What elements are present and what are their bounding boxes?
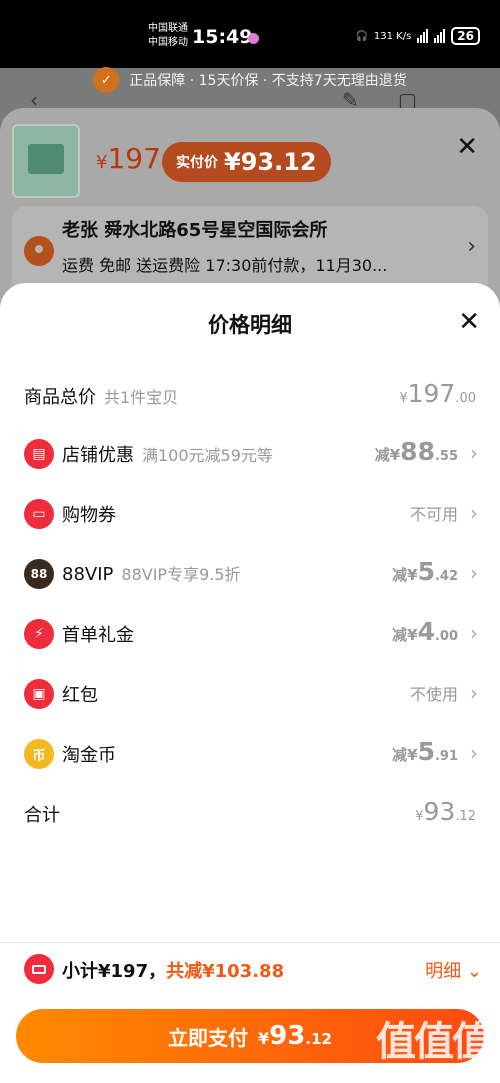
coupon-icon: [24, 954, 54, 984]
row-label: 淘金币: [62, 745, 116, 766]
row-value: ¥93.12: [415, 797, 476, 826]
guarantee-text: 正品保障 · 15天价保 · 不支持7天无理由退货: [129, 73, 407, 89]
row-value: 不使用: [409, 685, 458, 704]
notification-dot-icon: [248, 33, 259, 44]
close-icon[interactable]: ✕: [458, 307, 480, 337]
headphones-icon: 🎧: [355, 30, 368, 42]
row-red-packet[interactable]: ▣ 红包 不使用 ›: [0, 673, 500, 713]
detail-toggle[interactable]: 明细 ⌄: [425, 957, 482, 983]
row-shopping-coupon[interactable]: ▭ 购物券 不可用 ›: [0, 493, 500, 533]
row-label: 首单礼金: [62, 625, 134, 646]
row-value: 减¥5.42: [392, 557, 458, 586]
pay-label: 立即支付: [168, 1025, 249, 1050]
chevron-right-icon: ›: [470, 501, 478, 525]
redpacket-icon: ▣: [24, 679, 54, 709]
chevron-right-icon: ›: [470, 681, 478, 705]
battery-level: 26: [451, 27, 480, 45]
order-sheet: ¥197 实付价 ¥93.12 ✕ 老张 舜水北路65号星空国际会所 运费 免邮…: [0, 108, 500, 316]
price-detail-sheet: 价格明细 ✕ 商品总价 共1件宝贝 ¥197.00 ▤ 店铺优惠 满100元减59元…: [0, 283, 500, 1083]
clock: 15:49: [192, 26, 253, 48]
chevron-right-icon: ›: [470, 441, 478, 465]
row-taobao-coin[interactable]: 币 淘金币 减¥5.91 ›: [0, 733, 500, 773]
watermark-logo: 值值值: [376, 1019, 492, 1065]
subtotal-summary: 小计¥197，共减¥103.88: [62, 961, 285, 982]
signal-5g-icon: [417, 29, 429, 43]
address-text: 老张 舜水北路65号星空国际会所: [62, 220, 328, 241]
chevron-right-icon: ›: [470, 741, 478, 765]
chevron-down-icon: ⌄: [466, 961, 482, 982]
original-price: ¥197: [96, 142, 161, 175]
row-goods-total: 商品总价 共1件宝贝 ¥197.00: [0, 375, 500, 415]
carrier-1: 中国联通: [148, 23, 188, 34]
network-speed: 131 K/s: [373, 30, 412, 42]
paid-amount: ¥93.12: [224, 148, 317, 176]
row-88vip[interactable]: 88 88VIP 88VIP专享9.5折 减¥5.42 ›: [0, 553, 500, 593]
status-bar: 中国联通 中国移动 15:49 🎧 131 K/s 26: [0, 0, 500, 68]
pay-amount: ¥93.12: [258, 1021, 332, 1051]
row-shop-discount[interactable]: ▤ 店铺优惠 满100元减59元等 减¥88.55 ›: [0, 433, 500, 473]
chevron-right-icon: ›: [470, 621, 478, 645]
row-value: 减¥88.55: [374, 437, 458, 466]
row-label: 店铺优惠 满100元减59元等: [62, 445, 273, 466]
coin-icon: 币: [24, 739, 54, 769]
row-label: 88VIP 88VIP专享9.5折: [62, 564, 241, 585]
chevron-right-icon: ›: [470, 561, 478, 585]
row-first-order-gift[interactable]: ⚡ 首单礼金 减¥4.00 ›: [0, 613, 500, 653]
shop-icon: ▤: [24, 439, 54, 469]
vip-icon: 88: [24, 559, 54, 589]
row-label: 商品总价 共1件宝贝: [24, 387, 179, 408]
row-label: 红包: [62, 685, 98, 706]
paid-price-pill: 实付价 ¥93.12: [162, 142, 331, 182]
lightning-icon: ⚡: [24, 619, 54, 649]
watermark: 值值值 zhizhizhi.com: [376, 1019, 492, 1077]
row-value: 减¥4.00: [392, 617, 458, 646]
product-thumbnail: [12, 124, 80, 198]
row-total: 合计 ¥93.12: [0, 793, 500, 833]
footer-divider: [0, 942, 500, 943]
paid-label: 实付价: [176, 155, 218, 171]
row-label: 合计: [24, 805, 60, 826]
row-value: 不可用: [409, 505, 458, 524]
location-icon: [24, 236, 54, 266]
status-icons: 🎧 131 K/s 26: [355, 27, 480, 45]
signal-4g-icon: [434, 29, 446, 43]
close-icon[interactable]: ✕: [456, 132, 478, 162]
row-label: 购物券: [62, 505, 116, 526]
row-value: 减¥5.91: [392, 737, 458, 766]
shipping-text: 运费 免邮 送运费险 17:30前付款，11月30...: [62, 256, 388, 275]
carrier-2: 中国移动: [148, 37, 188, 48]
coupon-icon: ▭: [24, 499, 54, 529]
row-value: ¥197.00: [399, 379, 476, 408]
carrier-labels: 中国联通 中国移动: [148, 22, 188, 50]
chevron-right-icon: ›: [467, 234, 476, 259]
sheet-title: 价格明细: [208, 313, 292, 337]
